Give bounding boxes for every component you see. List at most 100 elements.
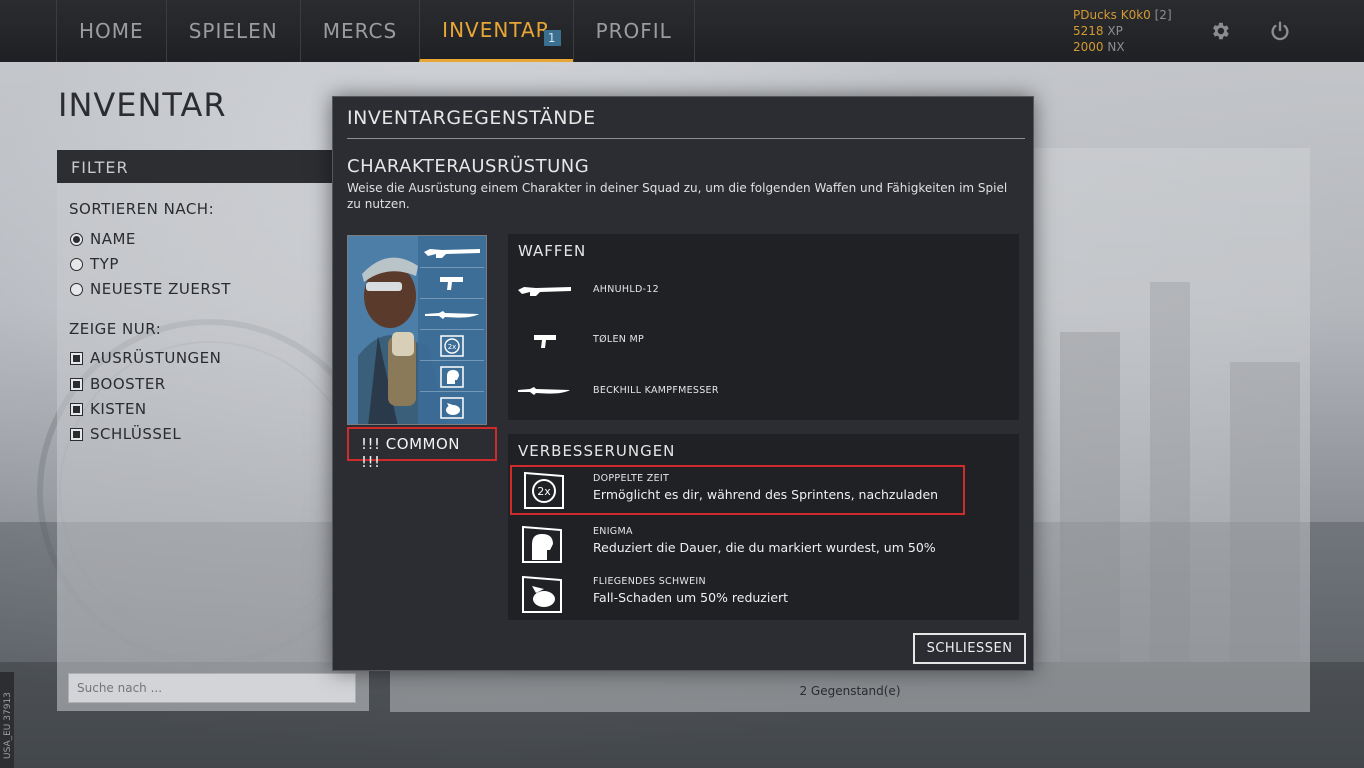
smg-icon	[440, 276, 463, 290]
nav-home-label: HOME	[79, 19, 144, 43]
modal-title: INVENTARGEGENSTÄNDE	[347, 107, 596, 129]
sort-option-label: NEUESTE ZUERST	[90, 280, 231, 298]
checkbox[interactable]	[70, 402, 83, 416]
weapon-row: BECKHILL KAMPFMESSER	[508, 372, 1019, 412]
close-button[interactable]: SCHLIESSEN	[913, 633, 1026, 664]
double-time-icon: 2x	[440, 334, 464, 357]
upgrade-description: Fall-Schaden um 50% reduziert	[593, 590, 789, 605]
nav-inventar[interactable]: INVENTAR 1	[419, 0, 573, 62]
modal-divider	[347, 138, 1025, 139]
show-option-label: KISTEN	[90, 400, 147, 418]
slot-flying-pig	[420, 393, 484, 423]
show-option-label: BOOSTER	[90, 375, 166, 393]
nav-home[interactable]: HOME	[56, 0, 166, 62]
checkbox[interactable]	[70, 377, 83, 391]
shotgun-icon	[518, 287, 571, 296]
sort-option-label: NAME	[90, 230, 136, 248]
xp-unit: XP	[1107, 24, 1123, 38]
inventory-item-modal: INVENTARGEGENSTÄNDE CHARAKTERAUSRÜSTUNG …	[332, 96, 1034, 671]
main-nav: HOME SPIELEN MERCS INVENTAR 1 PROFIL	[56, 0, 695, 62]
nav-spielen[interactable]: SPIELEN	[165, 0, 300, 62]
server-tag-label: USA_EU 37913	[3, 692, 13, 759]
upgrades-title: VERBESSERUNGEN	[518, 442, 676, 460]
sort-option-type[interactable]: TYP	[70, 255, 119, 273]
show-option-keys[interactable]: SCHLÜSSEL	[70, 425, 181, 443]
nav-profil[interactable]: PROFIL	[572, 0, 695, 62]
nx-value: 2000	[1073, 40, 1104, 54]
section-title: CHARAKTERAUSRÜSTUNG	[347, 156, 590, 177]
slot-enigma	[420, 362, 484, 392]
slot-smg	[420, 269, 484, 299]
upgrades-box: VERBESSERUNGEN 2x DOPPELTE ZEIT Ermöglic…	[508, 434, 1019, 620]
weapon-name: BECKHILL KAMPFMESSER	[593, 385, 719, 396]
nav-mercs[interactable]: MERCS	[299, 0, 419, 62]
server-tag: USA_EU 37913	[0, 672, 14, 768]
nav-spielen-label: SPIELEN	[188, 19, 278, 43]
knife-icon	[518, 387, 570, 395]
enigma-icon	[522, 525, 562, 563]
filter-header: FILTER	[57, 150, 369, 183]
section-description: Weise die Ausrüstung einem Charakter in …	[347, 181, 1008, 211]
upgrade-row-highlighted: 2x DOPPELTE ZEIT Ermöglicht es dir, währ…	[510, 465, 965, 515]
slot-shotgun	[420, 238, 484, 268]
top-navigation-bar: HOME SPIELEN MERCS INVENTAR 1 PROFIL PDu…	[0, 0, 1364, 62]
checkbox[interactable]	[70, 351, 83, 365]
sort-option-name[interactable]: NAME	[70, 230, 136, 248]
double-time-glyph: 2x	[537, 485, 551, 498]
slot-knife	[420, 300, 484, 330]
upgrade-row: ENIGMA Reduziert die Dauer, die du marki…	[508, 518, 1019, 568]
flying-pig-icon	[522, 575, 562, 613]
knife-icon	[425, 310, 479, 319]
show-option-equipment[interactable]: AUSRÜSTUNGEN	[70, 349, 221, 367]
username: PDucks K0k0	[1073, 8, 1151, 22]
sort-option-label: TYP	[90, 255, 119, 273]
show-only-label: ZEIGE NUR:	[69, 320, 162, 338]
nx-unit: NX	[1107, 40, 1125, 54]
xp-value: 5218	[1073, 24, 1104, 38]
upgrade-name: DOPPELTE ZEIT	[593, 473, 670, 484]
weapons-title: WAFFEN	[518, 242, 587, 260]
search-input[interactable]	[68, 673, 356, 703]
page-title: INVENTAR	[58, 86, 227, 124]
shotgun-icon	[424, 248, 480, 258]
weapon-name: AHNUHLD-12	[593, 284, 659, 295]
weapons-box: WAFFEN AHNUHLD-12 TØLEN MP BECKHILL KAMP…	[508, 234, 1019, 420]
show-option-label: SCHLÜSSEL	[90, 425, 182, 443]
nav-mercs-label: MERCS	[322, 19, 398, 43]
items-count: 2 Gegenstand(e)	[799, 684, 901, 698]
gear-icon[interactable]	[1209, 20, 1231, 42]
user-level: [2]	[1154, 8, 1172, 22]
character-loadout-slots: 2x	[418, 236, 486, 424]
power-icon[interactable]	[1269, 20, 1291, 42]
sort-by-label: SORTIEREN NACH:	[69, 200, 215, 218]
smg-icon	[534, 335, 556, 348]
weapon-row: TØLEN MP	[508, 321, 1019, 361]
upgrade-name: ENIGMA	[593, 526, 633, 537]
upgrade-description: Reduziert die Dauer, die du markiert wur…	[593, 540, 936, 555]
show-option-booster[interactable]: BOOSTER	[70, 375, 166, 393]
sort-option-newest[interactable]: NEUESTE ZUERST	[70, 280, 231, 298]
user-info: PDucks K0k0 [2] 5218 XP 2000 NX	[1073, 7, 1172, 55]
character-card[interactable]: 2x	[347, 235, 487, 425]
upgrade-row: FLIEGENDES SCHWEIN Fall-Schaden um 50% r…	[508, 568, 1019, 618]
weapon-name: TØLEN MP	[593, 334, 645, 345]
rarity-label: !!! COMMON !!!	[347, 427, 497, 471]
upgrade-name: FLIEGENDES SCHWEIN	[593, 576, 706, 587]
flying-pig-icon	[440, 397, 464, 419]
radio-button[interactable]	[70, 257, 83, 271]
inventar-notification-badge: 1	[543, 30, 561, 46]
enigma-icon	[440, 365, 464, 388]
filter-panel: FILTER SORTIEREN NACH: NAME TYP NEUESTE …	[57, 150, 369, 711]
double-time-icon: 2x	[524, 471, 564, 509]
radio-button[interactable]	[70, 282, 83, 296]
radio-button[interactable]	[70, 232, 83, 246]
checkbox[interactable]	[70, 427, 83, 441]
show-option-crates[interactable]: KISTEN	[70, 400, 147, 418]
double-time-glyph: 2x	[448, 343, 457, 351]
show-option-label: AUSRÜSTUNGEN	[90, 349, 222, 367]
weapon-row: AHNUHLD-12	[508, 271, 1019, 311]
nav-profil-label: PROFIL	[595, 19, 672, 43]
upgrade-description: Ermöglicht es dir, während des Sprintens…	[593, 487, 939, 502]
nav-inventar-label: INVENTAR	[442, 17, 551, 42]
slot-double-time: 2x	[420, 331, 484, 361]
